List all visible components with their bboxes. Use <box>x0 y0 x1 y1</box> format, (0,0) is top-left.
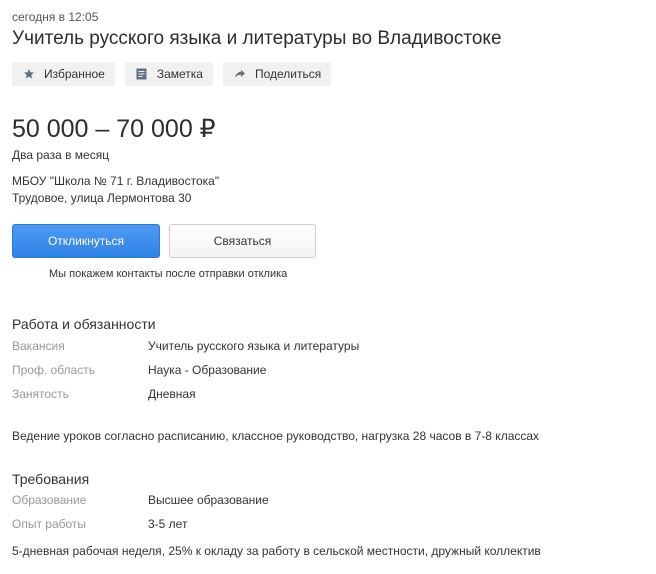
field-label-education: Образование <box>12 493 87 507</box>
requirements-section-title: Требования <box>12 471 90 487</box>
respond-button[interactable]: Откликнуться <box>12 224 160 258</box>
field-value-employment: Дневная <box>148 387 196 401</box>
action-bar: Избранное Заметка Поделиться <box>12 62 332 86</box>
field-label-vacancy: Вакансия <box>12 339 65 353</box>
field-label-employment: Занятость <box>12 387 69 401</box>
star-icon <box>22 67 36 81</box>
note-icon <box>135 67 149 81</box>
salary-period: Два раза в месяц <box>12 148 110 162</box>
note-label: Заметка <box>156 67 203 81</box>
publication-time: сегодня в 12:05 <box>12 10 99 24</box>
share-button[interactable]: Поделиться <box>222 62 332 86</box>
field-value-vacancy: Учитель русского языка и литературы <box>148 339 360 353</box>
share-label: Поделиться <box>254 67 322 81</box>
field-value-prof-area: Наука - Образование <box>148 363 267 377</box>
salary-range: 50 000 – 70 000 ₽ <box>12 115 216 143</box>
field-value-experience: 3-5 лет <box>148 517 188 531</box>
contact-hint: Мы покажем контакты после отправки откли… <box>49 268 288 280</box>
employer-name: МБОУ "Школа № 71 г. Владивостока" <box>12 174 220 188</box>
share-arrow-icon <box>233 67 247 81</box>
note-button[interactable]: Заметка <box>124 62 213 86</box>
duties-section-title: Работа и обязанности <box>12 316 156 332</box>
field-label-prof-area: Проф. область <box>12 363 95 377</box>
contact-button[interactable]: Связаться <box>169 224 316 258</box>
field-label-experience: Опыт работы <box>12 517 87 531</box>
requirements-description: 5-дневная рабочая неделя, 25% к окладу з… <box>12 544 541 558</box>
favorite-label: Избранное <box>44 67 105 81</box>
employer-address: Трудовое, улица Лермонтова 30 <box>12 191 192 205</box>
vacancy-title: Учитель русского языка и литературы во В… <box>12 28 502 49</box>
favorite-button[interactable]: Избранное <box>12 62 115 86</box>
duties-description: Ведение уроков согласно расписанию, клас… <box>12 429 540 443</box>
field-value-education: Высшее образование <box>148 493 269 507</box>
